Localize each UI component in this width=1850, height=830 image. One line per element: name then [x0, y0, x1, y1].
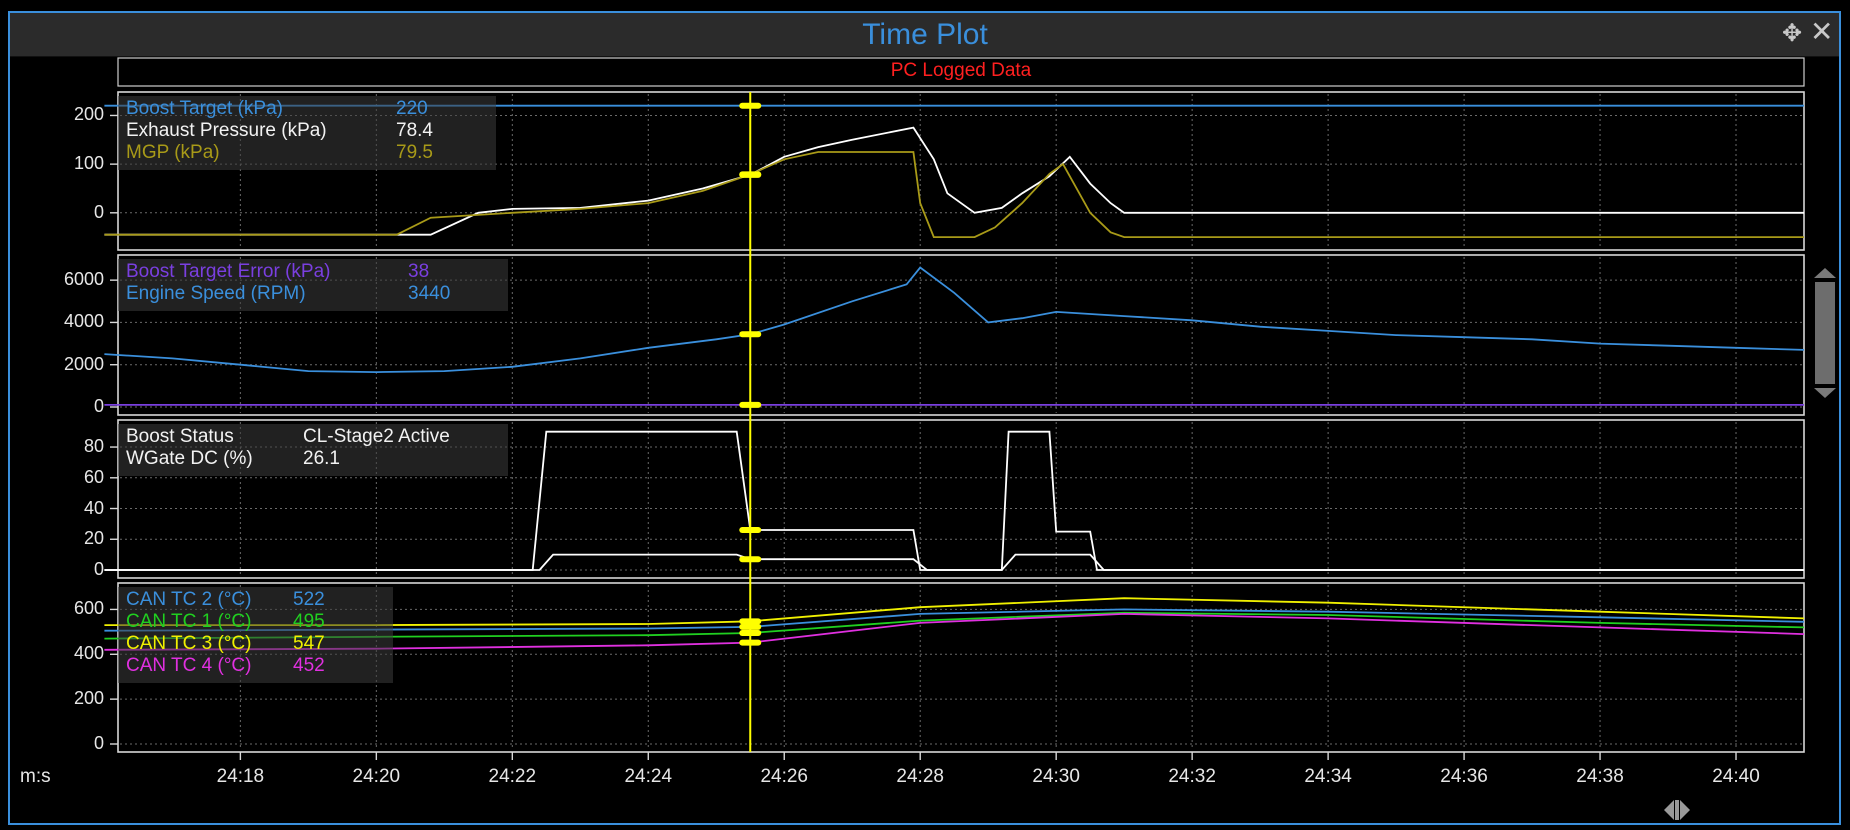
legend-series-name: CAN TC 4 (°C): [126, 655, 252, 676]
legend-series-name: WGate DC (%): [126, 448, 253, 469]
time-plot-window: Time Plot ✥ ✕ PC Logged Data Boost Targe…: [0, 0, 1850, 830]
legend-series-name: Engine Speed (RPM): [126, 283, 306, 304]
scroll-down-icon: [1814, 388, 1836, 398]
legend-series-name: MGP (kPa): [126, 142, 220, 163]
legend-row[interactable]: WGate DC (%) 26.1: [118, 448, 508, 470]
panel-4-legend[interactable]: CAN TC 2 (°C) 522 CAN TC 1 (°C) 495 CAN TC 3…: [118, 587, 393, 683]
x-tick-label: 24:22: [488, 766, 537, 787]
legend-series-name: Exhaust Pressure (kPa): [126, 120, 327, 141]
legend-cursor-value: 495: [293, 611, 325, 632]
panel-2-ytick-label: 4000: [63, 311, 104, 332]
legend-row[interactable]: CAN TC 1 (°C) 495: [118, 611, 393, 633]
legend-row[interactable]: Boost Target (kPa) 220: [118, 98, 496, 120]
x-tick-label: 24:36: [1440, 766, 1488, 787]
legend-series-name: CAN TC 1 (°C): [126, 611, 252, 632]
legend-cursor-value: 547: [293, 633, 325, 654]
scroll-up-icon: [1814, 268, 1836, 278]
legend-cursor-value: 220: [396, 98, 428, 119]
x-axis-unit: m:s: [20, 766, 51, 787]
panel-3-legend[interactable]: Boost Status CL-Stage2 Active WGate DC (%)…: [118, 424, 508, 476]
legend-row[interactable]: Engine Speed (RPM) 3440: [118, 283, 508, 305]
panel-3-ytick-label: 20: [83, 528, 104, 549]
legend-series-name: Boost Target Error (kPa): [126, 261, 331, 282]
x-tick-label: 24:40: [1712, 766, 1760, 787]
legend-cursor-value: 79.5: [396, 142, 433, 163]
legend-cursor-value: 78.4: [396, 120, 433, 141]
panel-2-ytick-label: 2000: [63, 353, 104, 374]
legend-cursor-value: 3440: [408, 283, 451, 304]
x-tick-label: 24:38: [1576, 766, 1624, 787]
panel-4-ytick-label: 600: [73, 598, 104, 619]
x-tick-label: 24:26: [760, 766, 808, 787]
legend-series-name: CAN TC 2 (°C): [126, 589, 252, 610]
x-tick-label: 24:32: [1168, 766, 1216, 787]
x-tick-label: 24:20: [352, 766, 401, 787]
x-tick-label: 24:34: [1304, 766, 1352, 787]
legend-row[interactable]: Exhaust Pressure (kPa) 78.4: [118, 120, 496, 142]
legend-series-name: CAN TC 3 (°C): [126, 633, 252, 654]
panel-1-ytick-label: 200: [73, 104, 104, 125]
panel-4-ytick-label: 0: [93, 733, 104, 753]
legend-row[interactable]: CAN TC 4 (°C) 452: [118, 655, 393, 677]
panel-2-ytick-label: 0: [93, 396, 104, 416]
legend-series-name: Boost Status: [126, 426, 234, 447]
x-tick-label: 24:24: [624, 766, 673, 787]
panel-1-ytick-label: 100: [73, 153, 104, 174]
legend-cursor-value: CL-Stage2 Active: [303, 426, 450, 447]
legend-cursor-value: 26.1: [303, 448, 340, 469]
x-tick-label: 24:18: [216, 766, 265, 787]
panel-3-ytick-label: 60: [83, 466, 104, 487]
legend-cursor-value: 522: [293, 589, 325, 610]
data-source-label: PC Logged Data: [890, 60, 1032, 81]
horizontal-resize-icon[interactable]: [1662, 798, 1692, 822]
panel-3-ytick-label: 0: [93, 559, 104, 579]
panel-3-ytick-label: 40: [83, 497, 104, 518]
legend-cursor-value: 38: [408, 261, 430, 282]
legend-row[interactable]: Boost Target Error (kPa) 38: [118, 261, 508, 283]
legend-row[interactable]: Boost Status CL-Stage2 Active: [118, 426, 508, 448]
panel-2-ytick-label: 6000: [63, 269, 104, 290]
panel-1-ytick-label: 0: [93, 201, 104, 222]
legend-cursor-value: 452: [293, 655, 325, 676]
x-tick-label: 24:28: [896, 766, 944, 787]
legend-row[interactable]: CAN TC 3 (°C) 547: [118, 633, 393, 655]
scroll-thumb: [1815, 282, 1835, 384]
panel-4-ytick-label: 200: [73, 688, 104, 709]
legend-row[interactable]: CAN TC 2 (°C) 522: [118, 589, 393, 611]
x-tick-label: 24:30: [1032, 766, 1080, 787]
legend-row[interactable]: MGP (kPa) 79.5: [118, 142, 496, 164]
legend-series-name: Boost Target (kPa): [126, 98, 284, 119]
panel-3-ytick-label: 80: [83, 436, 104, 457]
vertical-scrollbar[interactable]: [1814, 268, 1836, 398]
panel-2-legend[interactable]: Boost Target Error (kPa) 38 Engine Speed (…: [118, 259, 508, 311]
panel-1-legend[interactable]: Boost Target (kPa) 220 Exhaust Pressure (k…: [118, 96, 496, 170]
panel-4-ytick-label: 400: [73, 643, 104, 664]
